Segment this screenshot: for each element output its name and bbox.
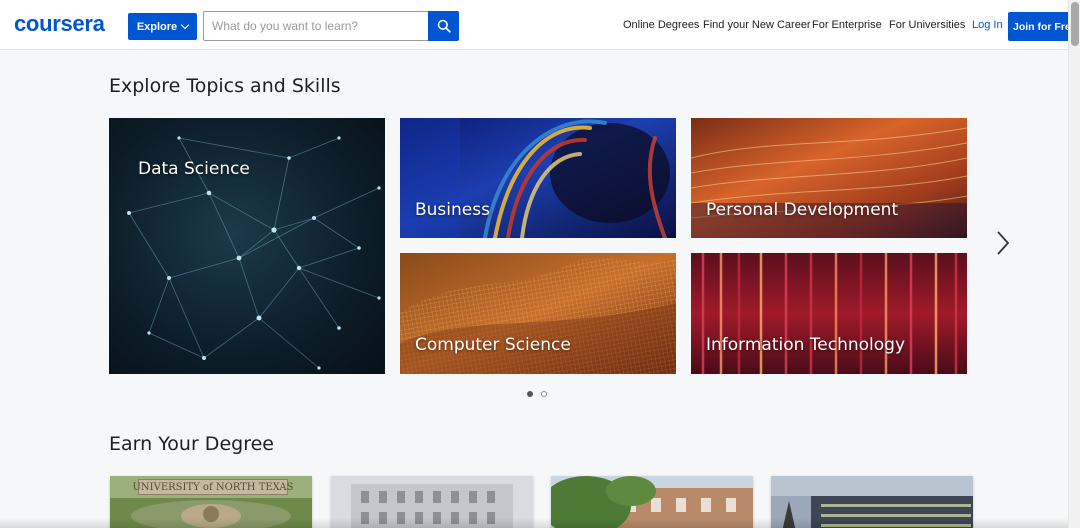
degree-card-3[interactable] bbox=[551, 476, 753, 528]
information-technology-image bbox=[691, 253, 967, 374]
nav-for-enterprise[interactable]: For Enterprise bbox=[812, 19, 882, 31]
degree-building-image-2 bbox=[331, 476, 533, 528]
north-texas-sign: UNIVERSITY of NORTH TEXAS bbox=[133, 479, 294, 495]
degree-card-2[interactable] bbox=[331, 476, 533, 528]
scrollbar-thumb[interactable] bbox=[1071, 2, 1079, 46]
carousel-next-button[interactable] bbox=[990, 226, 1016, 260]
degree-building-image-4 bbox=[771, 476, 973, 528]
topic-label-information-technology: Information Technology bbox=[706, 335, 906, 355]
topic-label-computer-science: Computer Science bbox=[415, 335, 571, 355]
computer-science-image bbox=[400, 253, 676, 374]
join-for-free-button[interactable]: Join for Free bbox=[1008, 12, 1068, 41]
chevron-down-icon bbox=[180, 20, 190, 30]
degree-card-4[interactable] bbox=[771, 476, 973, 528]
nav-for-universities[interactable]: For Universities bbox=[889, 19, 965, 31]
join-label: Join for Free bbox=[1013, 20, 1068, 33]
search-icon bbox=[437, 19, 451, 33]
coursera-logo[interactable]: coursera bbox=[14, 11, 105, 37]
carousel-dot-2[interactable] bbox=[541, 391, 547, 397]
explore-button[interactable]: Explore bbox=[128, 13, 197, 40]
carousel-dot-1[interactable] bbox=[527, 391, 533, 397]
topic-tile-data-science[interactable]: Data Science bbox=[109, 118, 385, 374]
login-link[interactable]: Log In bbox=[972, 19, 1003, 31]
explore-label: Explore bbox=[136, 20, 178, 33]
topic-tile-information-technology[interactable]: Information Technology bbox=[691, 253, 967, 374]
search-input[interactable] bbox=[203, 11, 429, 41]
data-science-image bbox=[109, 118, 385, 374]
nav-find-new-career[interactable]: Find your New Career bbox=[703, 19, 811, 31]
explore-topics-title: Explore Topics and Skills bbox=[109, 75, 341, 97]
search-button[interactable] bbox=[428, 11, 459, 41]
earn-degree-title: Earn Your Degree bbox=[109, 433, 274, 455]
degree-card-north-texas[interactable]: UNIVERSITY of NORTH TEXAS bbox=[110, 476, 312, 528]
degree-building-image-3 bbox=[551, 476, 753, 528]
topic-tile-computer-science[interactable]: Computer Science bbox=[400, 253, 676, 374]
page-scrollbar[interactable] bbox=[1068, 0, 1080, 528]
chevron-right-icon bbox=[997, 231, 1010, 255]
personal-development-image bbox=[691, 118, 967, 238]
business-image bbox=[400, 118, 676, 238]
nav-online-degrees[interactable]: Online Degrees bbox=[623, 19, 699, 31]
topic-label-personal-development: Personal Development bbox=[706, 200, 899, 220]
topic-tile-business[interactable]: Business bbox=[400, 118, 676, 238]
topic-tile-personal-development[interactable]: Personal Development bbox=[691, 118, 967, 238]
top-nav: coursera Explore Online Degrees Find you… bbox=[0, 0, 1068, 50]
topic-label-business: Business bbox=[415, 200, 490, 220]
topic-label-data-science: Data Science bbox=[138, 159, 250, 179]
